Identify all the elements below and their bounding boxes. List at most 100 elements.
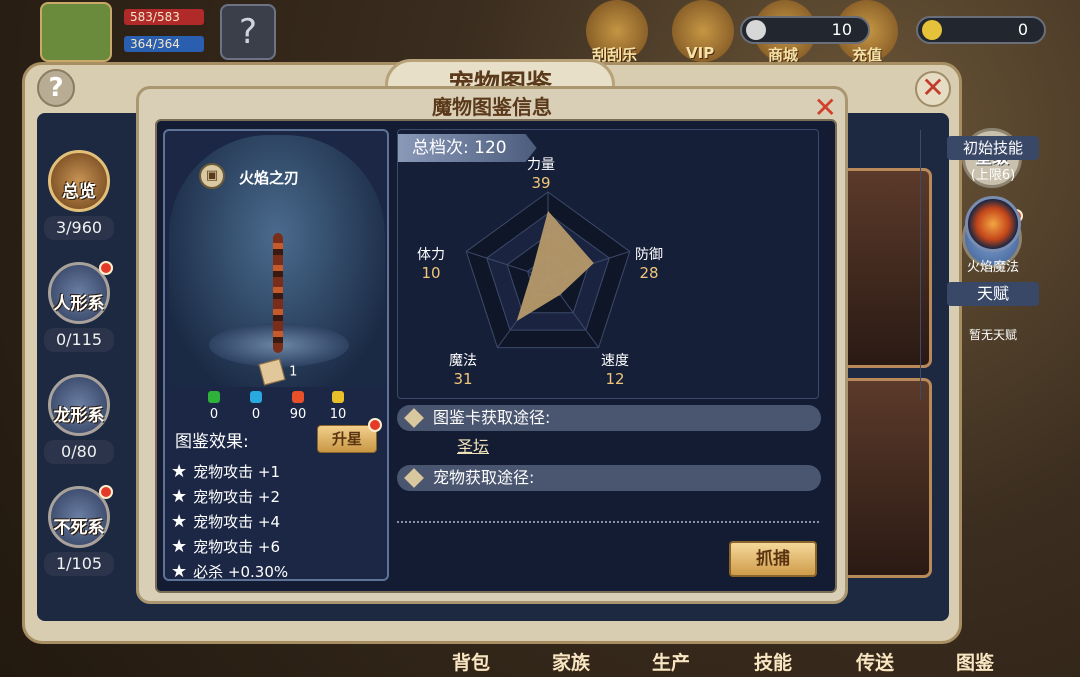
stat-defense-label: 防御 [635,247,663,263]
gem-earth-value: 0 [209,407,219,422]
divider [397,521,819,523]
pet-name-plate: ▣ 火焰之刃 [199,163,329,191]
diamond-icon [404,468,424,488]
codex-effects-list: ★ 宠物攻击 +1 ★ 宠物攻击 +2 ★ 宠物攻击 +4 ★ 宠物攻击 +6 ★ 必杀 … [171,459,383,584]
gem-attributes: 0 0 90 10 [199,391,369,427]
initial-skill-heading: 初始技能 [947,136,1039,160]
pet-stage: ▣ 火焰之刃 1 [169,135,385,387]
effect-text: 宠物攻击 +2 [193,488,281,506]
category-undead[interactable]: 不死系 1/105 [44,485,114,576]
mp-bar: 364/364 [124,36,204,52]
card-source-link-altar[interactable]: 圣坛 [457,433,489,457]
skill-name: 火焰魔法 [966,260,1019,275]
effect-text: 宠物攻击 +4 [193,513,281,531]
pet-name: 火焰之刃 [239,169,300,187]
category-name: 龙形系 [53,406,105,426]
category-name: 总览 [62,182,96,202]
stat-magic-value: 31 [453,370,473,388]
skill-limit: (上限6) [970,168,1016,183]
nav-family[interactable]: 家族 [552,648,590,675]
card-source-label: 图鉴卡获取途径: [433,408,551,427]
skill-panel: 初始技能 (上限6) 火焰魔法 天赋 暂无天赋 [920,130,1060,400]
pet-source-bar: 宠物获取途径: [397,465,821,491]
nav-production[interactable]: 生产 [652,648,690,675]
notification-dot [99,261,113,275]
gem-wind-icon [332,391,344,403]
category-overview[interactable]: 总览 3/960 [44,150,114,240]
stat-stamina: 体力 10 [406,244,456,282]
pet-preview-panel: ▣ 火焰之刃 1 0 0 90 10 图鉴效果: 升星 ★ 宠物攻击 +1 ★ … [163,129,389,584]
nav-bag[interactable]: 背包 [452,648,490,675]
category-name: 不死系 [53,518,105,538]
card-icon [258,358,286,386]
currency-2-value: 0 [1017,20,1028,39]
humanoid-icon: 人形系 [48,261,113,324]
capture-button[interactable]: 抓捕 [729,541,817,577]
codex-effects-title: 图鉴效果: [175,432,249,452]
category-count: 3/960 [44,216,114,240]
effect-row: ★ 宠物攻击 +4 [171,509,383,534]
upgrade-star-button[interactable]: 升星 [317,418,382,453]
stat-defense-value: 28 [639,264,659,282]
fire-magic-skill-icon[interactable] [965,196,1021,252]
dialog-title: 魔物图鉴信息 [432,95,552,119]
gem-water-icon [250,391,262,403]
dragon-icon: 龙形系 [48,374,110,436]
stat-strength-value: 39 [531,174,551,192]
currency-1-value: 10 [831,20,852,39]
nav-codex[interactable]: 图鉴 [956,648,994,675]
gem-water: 0 [241,391,271,422]
talent-none-text: 暂无天赋 [968,328,1017,342]
stat-stamina-label: 体力 [417,247,445,263]
gem-wind: 10 [323,391,353,422]
nav-teleport[interactable]: 传送 [856,648,894,675]
paw-icon [746,20,766,40]
nav-skills[interactable]: 技能 [754,648,792,675]
stat-defense: 防御 28 [624,244,674,282]
stat-strength: 力量 39 [516,154,566,192]
stat-strength-label: 力量 [527,157,555,173]
flame-blade-pet-image [273,233,283,353]
stat-speed-label: 速度 [601,353,629,369]
notification-dot [99,485,113,499]
stat-speed: 速度 12 [590,350,640,388]
effect-row: ★ 必杀 +0.30% [171,559,383,584]
main-close-button[interactable]: ✕ [915,71,951,107]
overview-icon: 总览 [48,150,110,212]
star-icon: ★ [171,561,188,582]
category-count: 0/115 [44,328,114,352]
effect-text: 宠物攻击 +1 [193,463,281,481]
talent-heading: 天赋 [947,282,1039,306]
currency-1-box: 10 [740,16,870,44]
category-humanoid[interactable]: 人形系 0/115 [44,261,114,352]
dialog-body: ▣ 火焰之刃 1 0 0 90 10 图鉴效果: 升星 ★ 宠物攻击 +1 ★ … [155,119,1039,593]
help-button[interactable]: ? [37,69,75,107]
category-count: 0/80 [44,440,114,464]
coin-icon [922,20,942,40]
pet-source-label: 宠物获取途径: [433,468,535,487]
gem-fire: 90 [283,391,313,422]
effect-row: ★ 宠物攻击 +6 [171,534,383,559]
category-dragon[interactable]: 龙形系 0/80 [44,374,114,464]
star-icon: ★ [171,486,188,507]
effect-text: 宠物攻击 +6 [193,538,281,556]
gem-wind-value: 10 [329,407,347,422]
gem-fire-value: 90 [289,407,307,422]
top-hud: 583/583 364/364 ? 刮刮乐 VIP 商城 充值 10 0 [0,0,1080,64]
diamond-icon [404,408,424,428]
effect-row: ★ 宠物攻击 +1 [171,459,383,484]
player-avatar[interactable] [40,2,112,62]
book-icon: ▣ [199,163,225,189]
category-count: 1/105 [44,552,114,576]
stat-speed-value: 12 [605,370,625,388]
monster-info-dialog: 魔物图鉴信息 ✕ ▣ 火焰之刃 1 0 0 90 10 图鉴效果: 升星 ★ 宠… [136,86,1039,604]
category-name: 人形系 [53,294,105,314]
hp-bar: 583/583 [124,9,204,25]
unknown-slot[interactable]: ? [220,4,276,60]
star-icon: ★ [171,511,188,532]
effect-text: 必杀 +0.30% [193,563,289,581]
gem-fire-icon [292,391,304,403]
card-count: 1 [258,358,297,386]
undead-icon: 不死系 [48,485,113,548]
vip-label: VIP [686,44,715,62]
